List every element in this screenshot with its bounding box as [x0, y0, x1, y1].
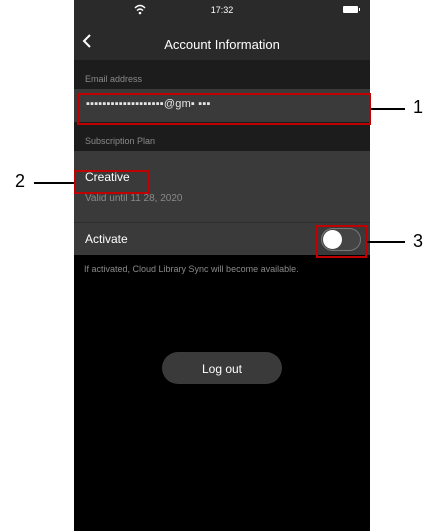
battery-icon [343, 6, 360, 13]
subscription-section-label: Subscription Plan [74, 122, 370, 151]
callout-leader-1 [371, 108, 405, 110]
phone-screen: 17:32 Account Information Email address … [74, 0, 370, 531]
email-section-label: Email address [74, 60, 370, 89]
callout-leader-2 [34, 182, 74, 184]
status-bar: 17:32 [74, 0, 370, 22]
callout-box-email [77, 93, 371, 125]
callout-leader-3 [367, 241, 405, 243]
status-time: 17:32 [210, 5, 234, 15]
callout-box-toggle [316, 225, 367, 258]
callout-number-2: 2 [15, 171, 26, 191]
logout-button[interactable]: Log out [162, 352, 282, 384]
callout-number-1: 1 [413, 97, 424, 117]
nav-bar: Account Information [74, 22, 370, 60]
page-title: Account Information [164, 37, 280, 52]
callout-box-plan [74, 170, 149, 194]
activate-label: Activate [85, 232, 128, 246]
callout-number-3: 3 [413, 231, 424, 251]
plan-valid-until: Valid until 11 28, 2020 [85, 193, 183, 204]
